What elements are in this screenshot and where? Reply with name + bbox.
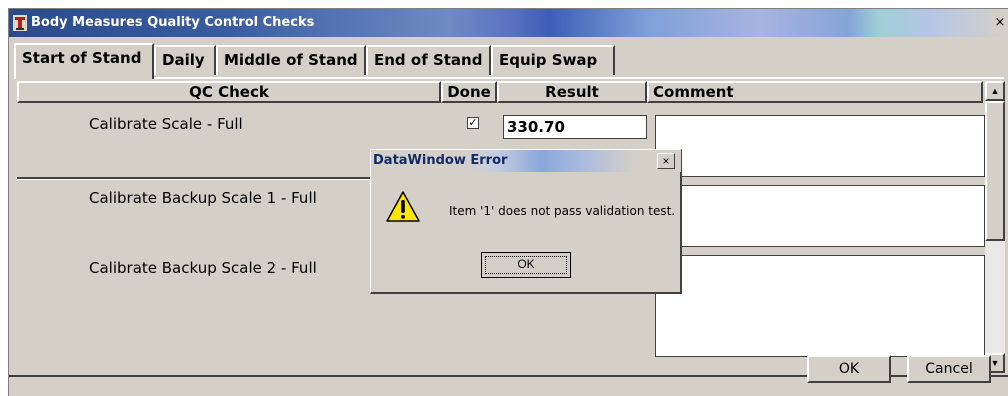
dialog-title: DataWindow Error <box>373 153 508 168</box>
scroll-up-button[interactable]: ▲ <box>985 81 1005 101</box>
tab-equip-swap[interactable]: Equip Swap <box>491 45 615 75</box>
dialog-message: Item '1' does not pass validation test. <box>449 204 676 218</box>
cancel-button[interactable]: Cancel <box>907 355 991 383</box>
col-header-result[interactable]: Result <box>497 81 647 103</box>
tab-end-of-stand[interactable]: End of Stand <box>366 45 491 75</box>
dialog-ok-button[interactable]: OK <box>481 252 571 278</box>
vertical-scrollbar[interactable]: ▲ ▼ <box>985 81 1005 373</box>
warning-icon <box>386 191 420 222</box>
tab-start-of-stand[interactable]: Start of Stand <box>14 43 154 79</box>
tab-daily[interactable]: Daily <box>154 45 216 75</box>
error-dialog: DataWindow Error × Item '1' does not pas… <box>370 149 682 294</box>
col-header-comment[interactable]: Comment <box>647 81 983 103</box>
done-checkbox[interactable]: ✓ <box>467 117 479 129</box>
title-bar: Body Measures Quality Control Checks × <box>9 9 1008 37</box>
comment-input[interactable] <box>655 115 985 177</box>
dialog-title-bar: DataWindow Error × <box>371 150 681 172</box>
dialog-ok-label: OK <box>517 257 535 271</box>
comment-input[interactable] <box>655 185 985 247</box>
window-title: Body Measures Quality Control Checks <box>31 15 315 30</box>
qc-check-label: Calibrate Scale - Full <box>89 115 243 133</box>
qc-check-label: Calibrate Backup Scale 1 - Full <box>89 189 317 207</box>
tab-body-edge <box>14 77 1004 79</box>
close-window-button[interactable]: × <box>991 13 1008 33</box>
result-input[interactable]: 330.70 <box>503 115 647 139</box>
scroll-thumb[interactable] <box>985 101 1005 241</box>
tab-middle-of-stand[interactable]: Middle of Stand <box>216 45 366 75</box>
dialog-close-button[interactable]: × <box>657 153 675 169</box>
col-header-done[interactable]: Done <box>441 81 497 103</box>
ok-button[interactable]: OK <box>807 355 891 383</box>
qc-check-label: Calibrate Backup Scale 2 - Full <box>89 259 317 277</box>
comment-input[interactable] <box>655 255 985 357</box>
col-header-qc-check[interactable]: QC Check <box>17 81 441 103</box>
app-icon <box>13 15 27 31</box>
